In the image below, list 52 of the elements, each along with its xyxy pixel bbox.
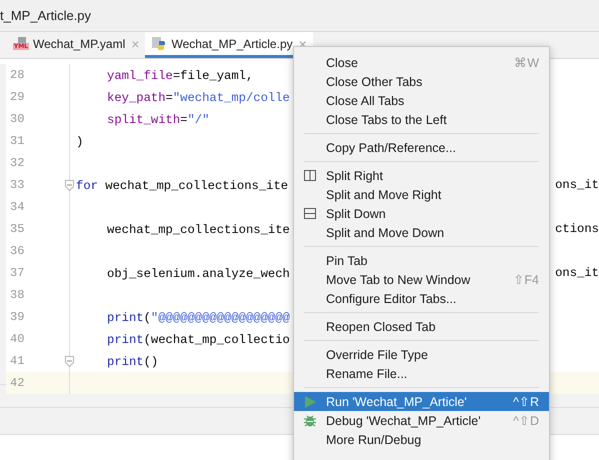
menu-item[interactable]: Close Other Tabs <box>294 72 549 91</box>
line-number: 36 <box>9 244 26 258</box>
line-number: 32 <box>9 156 26 170</box>
menu-item[interactable]: Close Tabs to the Left <box>294 110 549 129</box>
code-line: ) <box>76 135 84 149</box>
menu-item[interactable]: Split and Move Down <box>294 223 549 242</box>
menu-item[interactable]: Rename File... <box>294 364 549 383</box>
line-number: 29 <box>9 90 26 104</box>
code-fragment: ons_it <box>555 178 599 192</box>
line-number: 40 <box>9 332 26 346</box>
code-fragment: ons_it <box>555 266 599 280</box>
menu-item[interactable]: Split and Move Right <box>294 185 549 204</box>
menu-item[interactable]: Pin Tab <box>294 251 549 270</box>
line-number: 31 <box>9 134 26 148</box>
line-number: 30 <box>9 112 26 126</box>
code-line: print("@@@@@@@@@@@@@@@@@@ <box>107 311 290 325</box>
code-line: print() <box>107 355 158 369</box>
code-line: yaml_file=file_yaml, <box>107 69 254 83</box>
line-number: 41 <box>9 354 26 368</box>
fold-marker-icon <box>65 356 74 366</box>
menu-item[interactable]: Configure Editor Tabs... <box>294 289 549 308</box>
line-number: 33 <box>9 178 26 192</box>
window-title: t_MP_Article.py <box>0 8 92 23</box>
code-line: for wechat_mp_collections_ite <box>76 179 288 193</box>
menu-item[interactable]: Move Tab to New Window ⇧F4 <box>294 270 549 289</box>
menu-item[interactable]: Run 'Wechat_MP_Article' ^⇧R <box>294 392 549 411</box>
line-number: 38 <box>9 288 26 302</box>
code-line: key_path="wechat_mp/colle <box>107 91 290 105</box>
code-line: print(wechat_mp_collectio <box>107 333 290 347</box>
line-number: 42 <box>9 376 26 390</box>
code-line: wechat_mp_collections_ite <box>107 223 290 237</box>
split-horizontal-icon <box>304 208 316 219</box>
play-icon <box>304 396 316 408</box>
menu-item[interactable]: Split Right <box>294 166 549 185</box>
code-fragment: ctions <box>555 222 599 236</box>
line-number: 39 <box>9 310 26 324</box>
line-number: 37 <box>9 266 26 280</box>
menu-item[interactable]: Close All Tabs <box>294 91 549 110</box>
menu-item[interactable]: More Run/Debug <box>294 430 549 449</box>
menu-item[interactable]: Split Down <box>294 204 549 223</box>
bug-icon <box>304 414 316 427</box>
line-number: 35 <box>9 222 26 236</box>
code-line: obj_selenium.analyze_wech <box>107 267 290 281</box>
python-file-icon <box>151 36 168 52</box>
fold-marker-icon <box>65 180 74 190</box>
menu-item[interactable]: Reopen Closed Tab <box>294 317 549 336</box>
menu-item[interactable]: Override File Type <box>294 345 549 364</box>
menu-item[interactable]: Copy Path/Reference... <box>294 138 549 157</box>
line-number: 34 <box>9 200 26 214</box>
split-vertical-icon <box>304 170 316 181</box>
code-line: split_with="/" <box>107 113 210 127</box>
line-number: 28 <box>9 68 26 82</box>
